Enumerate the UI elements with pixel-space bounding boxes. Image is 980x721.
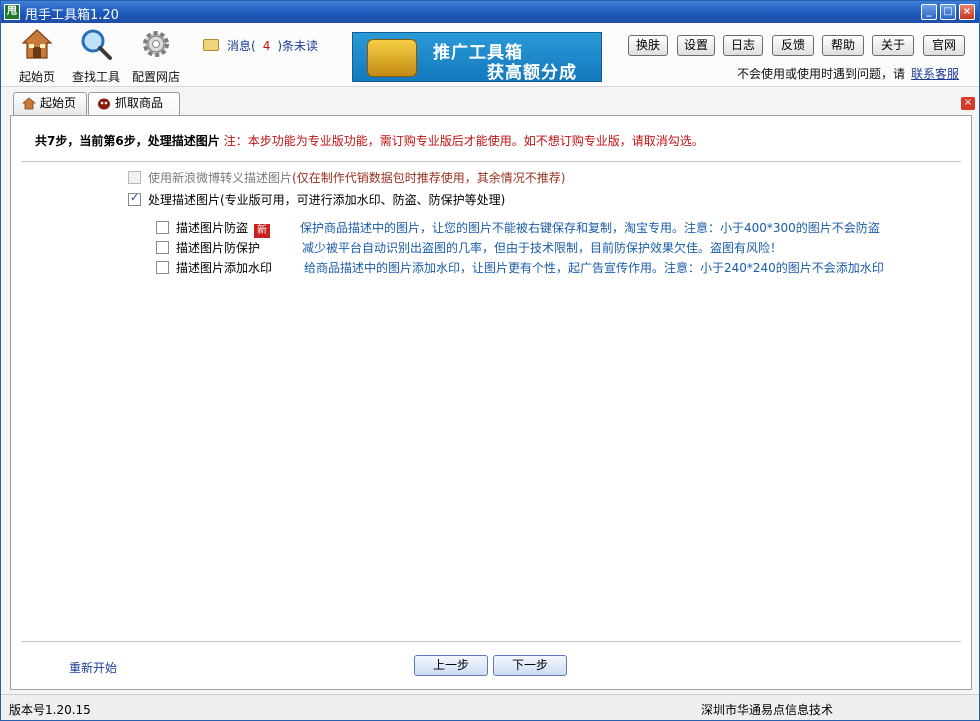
close-window-button[interactable]: × xyxy=(959,4,975,20)
process-images-checkbox[interactable] xyxy=(128,191,141,206)
version-label: 版本号1.20.15 xyxy=(9,703,91,717)
config-store-label: 配置网店 xyxy=(131,70,180,84)
help-button[interactable]: 帮助 xyxy=(822,35,864,56)
anti-theft-checkbox[interactable] xyxy=(156,221,169,234)
home-tool-label: 起始页 xyxy=(18,70,55,84)
find-tool-button[interactable]: 查找工具 xyxy=(66,27,126,85)
option-weibo: 使用新浪微博转义描述图片(仅在制作代销数据包时推荐使用，其余情况不推荐) xyxy=(128,169,565,186)
banner-line-2: 获高额分成 xyxy=(487,63,577,83)
contact-support-link[interactable]: 联系客服 xyxy=(911,67,959,81)
weibo-label: 使用新浪微博转义描述图片 xyxy=(148,171,293,185)
window-title: 甩手工具箱1.20 xyxy=(25,8,119,23)
minimize-button[interactable]: _ xyxy=(921,4,937,20)
tab-bar: 起始页 抓取商品 × xyxy=(1,88,979,115)
option-anti-theft: 描述图片防盗新 xyxy=(156,219,271,238)
treasure-chest-icon xyxy=(367,39,417,77)
tab-grab-products[interactable]: 抓取商品 xyxy=(88,92,180,115)
anti-protect-label: 描述图片防保护 xyxy=(176,241,261,255)
tab-home[interactable]: 起始页 xyxy=(13,92,87,115)
promo-banner[interactable]: 推广工具箱 获高额分成 xyxy=(352,32,602,83)
main-toolbar: 起始页 查找工具 配置网店 消息( 4 )条未读 推广工具箱 获高额分成 换肤 xyxy=(1,23,979,87)
unread-messages-link[interactable]: 消息( 4 )条未读 xyxy=(203,37,318,54)
msg-suffix: )条未读 xyxy=(277,39,319,53)
msg-count: 4 xyxy=(262,39,271,53)
magnifier-icon xyxy=(81,29,112,60)
restart-link[interactable]: 重新开始 xyxy=(69,659,117,676)
envelope-icon xyxy=(203,39,219,51)
settings-button[interactable]: 设置 xyxy=(677,35,715,56)
house-icon xyxy=(21,29,53,59)
divider xyxy=(21,161,961,162)
option-anti-protect: 描述图片防保护 xyxy=(156,239,260,256)
log-button[interactable]: 日志 xyxy=(723,35,763,56)
msg-prefix: 消息( xyxy=(227,39,256,53)
maximize-button[interactable]: □ xyxy=(940,4,956,20)
step-header: 共7步，当前第6步，处理描述图片 注：本步功能为专业版功能，需订购专业版后才能使用… xyxy=(35,132,704,149)
title-bar: 甩 甩手工具箱1.20 _ □ × xyxy=(1,1,979,23)
website-button[interactable]: 官网 xyxy=(923,35,965,56)
tab-grab-label: 抓取商品 xyxy=(115,96,164,110)
bug-icon xyxy=(98,98,110,110)
next-step-button[interactable]: 下一步 xyxy=(493,655,567,676)
weibo-note: (仅在制作代销数据包时推荐使用，其余情况不推荐) xyxy=(292,171,566,185)
app-logo-icon: 甩 xyxy=(4,4,20,20)
watermark-desc: 给商品描述中的图片添加水印，让图片更有个性，起广告宣传作用。注意：小于240*2… xyxy=(304,261,884,275)
option-process-images: 处理描述图片(专业版可用，可进行添加水印、防盗、防保护等处理) xyxy=(128,191,505,208)
feedback-button[interactable]: 反馈 xyxy=(772,35,814,56)
process-images-label: 处理描述图片(专业版可用，可进行添加水印、防盗、防保护等处理) xyxy=(148,193,506,207)
step-panel: 共7步，当前第6步，处理描述图片 注：本步功能为专业版功能，需订购专业版后才能使用… xyxy=(10,115,972,690)
anti-protect-checkbox[interactable] xyxy=(156,241,169,254)
home-tool-button[interactable]: 起始页 xyxy=(7,27,67,85)
skin-button[interactable]: 换肤 xyxy=(628,35,668,56)
anti-protect-desc: 减少被平台自动识别出盗图的几率，但由于技术限制，目前防保护效果欠佳。盗图有风险！ xyxy=(302,241,783,255)
app-window: 甩 甩手工具箱1.20 _ □ × 起始页 查找工具 配置网店 消息(4)条… xyxy=(0,0,980,721)
gear-icon xyxy=(143,31,169,57)
anti-theft-label: 描述图片防盗 xyxy=(176,221,249,235)
close-tab-icon[interactable]: × xyxy=(961,97,975,110)
config-store-button[interactable]: 配置网店 xyxy=(126,27,186,85)
divider xyxy=(21,641,961,642)
help-text: 不会使用或使用时遇到问题，请 xyxy=(737,67,906,81)
help-prompt: 不会使用或使用时遇到问题，请 联系客服 xyxy=(737,65,959,82)
company-label: 深圳市华通易点信息技术 xyxy=(701,703,834,717)
about-button[interactable]: 关于 xyxy=(872,35,914,56)
watermark-label: 描述图片添加水印 xyxy=(176,261,273,275)
new-badge: 新 xyxy=(254,224,271,238)
pro-warning: 注：本步功能为专业版功能，需订购专业版后才能使用。如不想订购专业版，请取消勾选。 xyxy=(223,134,704,148)
house-icon xyxy=(22,97,36,110)
step-title: 共7步，当前第6步，处理描述图片 xyxy=(35,134,220,148)
find-tool-label: 查找工具 xyxy=(71,70,120,84)
weibo-checkbox[interactable] xyxy=(128,171,141,184)
tab-home-label: 起始页 xyxy=(40,96,77,110)
option-watermark: 描述图片添加水印 xyxy=(156,259,272,276)
previous-step-button[interactable]: 上一步 xyxy=(414,655,488,676)
watermark-checkbox[interactable] xyxy=(156,261,169,274)
status-bar: 版本号1.20.15 深圳市华通易点信息技术 xyxy=(1,694,979,720)
anti-theft-desc: 保护商品描述中的图片，让您的图片不能被右键保存和复制，淘宝专用。注意：小于400… xyxy=(300,221,880,235)
